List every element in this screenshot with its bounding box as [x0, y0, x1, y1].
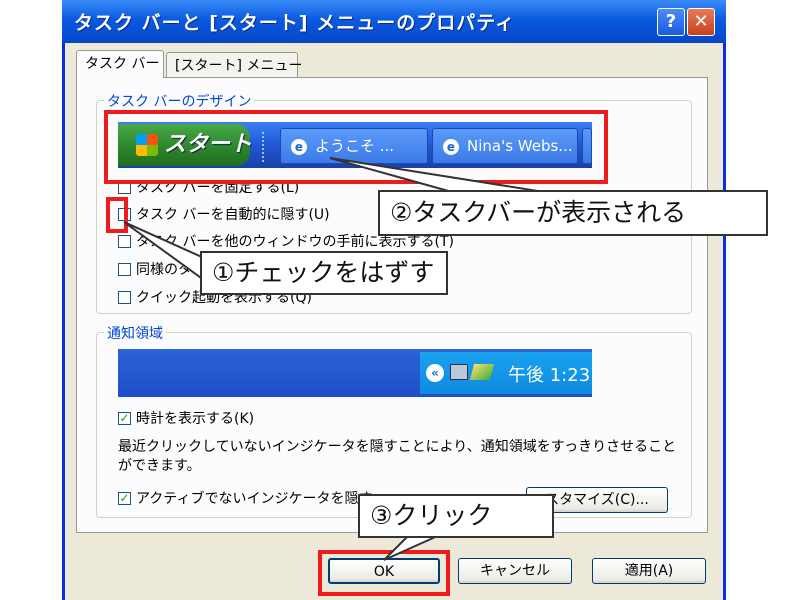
callout-2: ②タスクバーが表示される — [378, 190, 768, 236]
callout-3: ③クリック — [358, 494, 554, 538]
callout-1-pointer — [123, 221, 205, 282]
callout-2-pointer — [329, 157, 545, 193]
callout-1: ①チェックをはずす — [200, 251, 448, 295]
